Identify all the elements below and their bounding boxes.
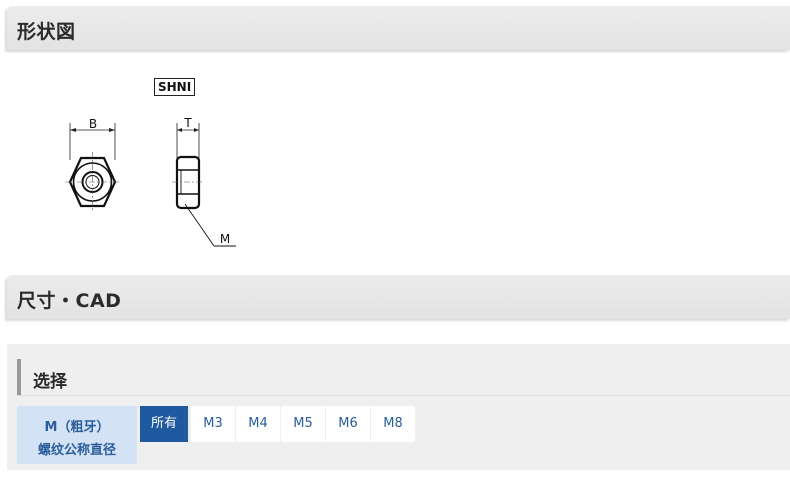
dim-t-label: T [183, 116, 192, 130]
selection-heading: 选择 [17, 359, 67, 395]
dim-b-label: B [89, 117, 97, 131]
selection-panel: 选择 M（粗牙） 螺纹公称直径 所有 M3 M4 M5 M6 M8 [7, 344, 790, 470]
cad-section-header: 尺寸・CAD [7, 275, 790, 319]
selection-divider [17, 395, 790, 396]
shape-drawing: B T M [65, 116, 236, 247]
filter-label-line2: 螺纹公称直径 [37, 443, 116, 458]
option-m5[interactable]: M5 [281, 406, 325, 442]
shape-section-title: 形状図 [17, 21, 76, 43]
option-m6[interactable]: M6 [326, 406, 370, 442]
thread-size-filter-label: M（粗牙） 螺纹公称直径 [17, 406, 137, 464]
filter-label-line1: M（粗牙） [44, 420, 110, 435]
option-all[interactable]: 所有 [140, 406, 188, 442]
option-m8[interactable]: M8 [371, 406, 415, 442]
cad-section-title: 尺寸・CAD [17, 290, 122, 312]
dim-m-label: M [220, 232, 230, 246]
selection-title: 选择 [33, 372, 67, 392]
shape-section-header: 形状図 [7, 6, 790, 50]
hex-nut-side [175, 155, 201, 210]
option-m4[interactable]: M4 [236, 406, 280, 442]
option-m3[interactable]: M3 [191, 406, 235, 442]
